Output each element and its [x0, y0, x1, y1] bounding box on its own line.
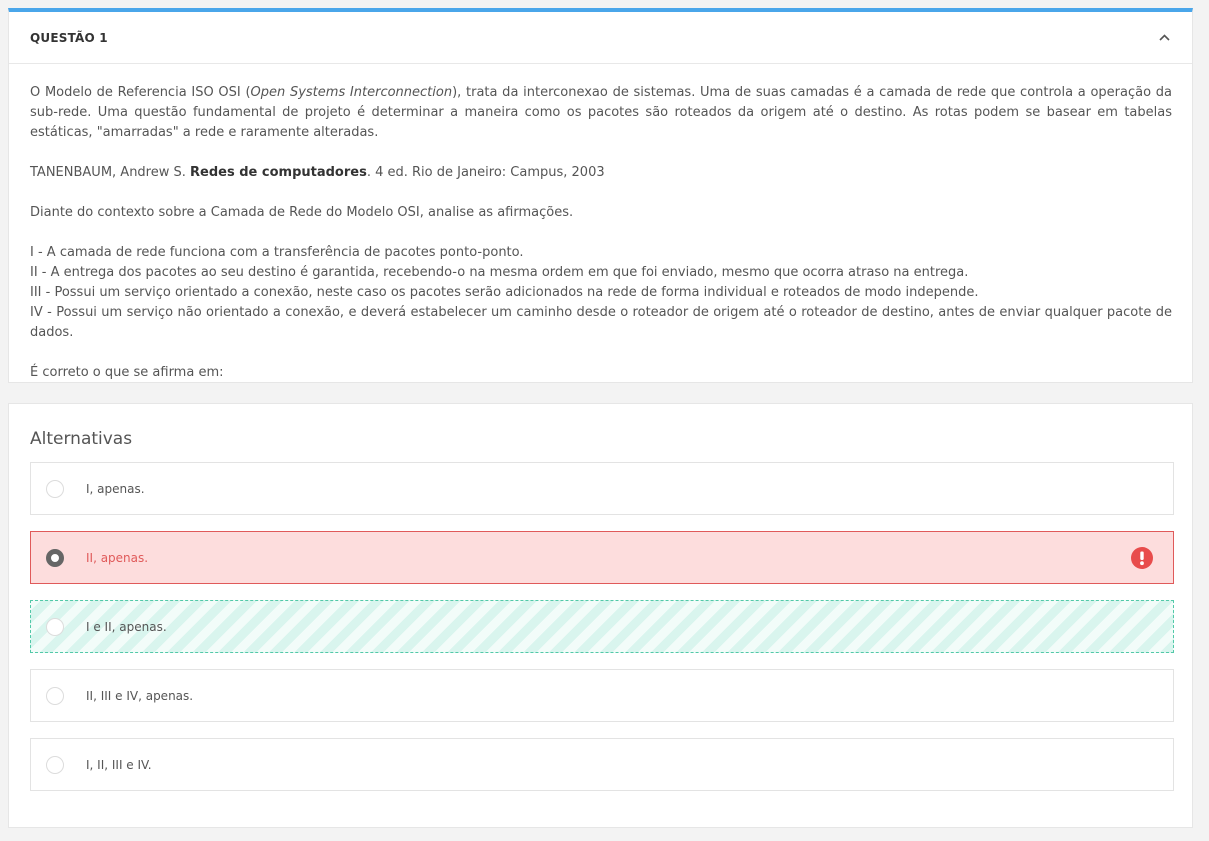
reference-citation: TANENBAUM, Andrew S. Redes de computador…: [30, 163, 1172, 183]
question-intro: O Modelo de Referencia ISO OSI (Open Sys…: [30, 83, 1172, 143]
alternative-option-5[interactable]: I, II, III e IV.: [30, 738, 1174, 791]
intro-italic-term: Open Systems Interconnection: [250, 85, 453, 100]
intro-text-start: O Modelo de Referencia ISO OSI (: [30, 85, 251, 100]
citation-author: TANENBAUM, Andrew S.: [30, 165, 191, 180]
alternative-option-1[interactable]: I, apenas.: [30, 462, 1174, 515]
question-context: Diante do contexto sobre a Camada de Red…: [30, 205, 574, 220]
citation-title: Redes de computadores: [190, 165, 367, 180]
alternative-option-2[interactable]: II, apenas.: [30, 531, 1174, 584]
radio-button[interactable]: [46, 686, 64, 705]
statement-1: I - A camada de rede funciona com a tran…: [30, 245, 524, 260]
question-body: O Modelo de Referencia ISO OSI (Open Sys…: [9, 64, 1192, 383]
option-label: I, II, III e IV.: [86, 757, 152, 772]
citation-details: . 4 ed. Rio de Janeiro: Campus, 2003: [366, 165, 605, 180]
alternative-option-3[interactable]: I e II, apenas.: [30, 600, 1174, 653]
statement-3: III - Possui um serviço orientado a cone…: [30, 285, 979, 300]
alternative-option-4[interactable]: II, III e IV, apenas.: [30, 669, 1174, 722]
chevron-up-icon[interactable]: [1157, 31, 1171, 45]
statement-2: II - A entrega dos pacotes ao seu destin…: [30, 265, 969, 280]
option-label: II, apenas.: [86, 550, 149, 565]
alternatives-title: Alternativas: [30, 429, 133, 449]
radio-button-selected[interactable]: [46, 548, 64, 567]
option-label: I, apenas.: [86, 481, 145, 496]
alternatives-card: Alternativas I, apenas. II, apenas. I e …: [8, 403, 1193, 828]
radio-button[interactable]: [46, 755, 64, 774]
option-label: II, III e IV, apenas.: [86, 688, 194, 703]
statement-4: IV - Possui um serviço não orientado a c…: [30, 305, 1172, 340]
option-label: I e II, apenas.: [86, 619, 167, 634]
question-card: QUESTÃO 1 O Modelo de Referencia ISO OSI…: [8, 8, 1193, 383]
radio-button[interactable]: [46, 479, 64, 498]
question-title: QUESTÃO 1: [30, 30, 108, 45]
radio-button[interactable]: [46, 617, 64, 636]
exclamation-circle-icon: [1131, 546, 1153, 569]
question-prompt: É correto o que se afirma em:: [30, 365, 224, 380]
question-header[interactable]: QUESTÃO 1: [9, 12, 1192, 64]
